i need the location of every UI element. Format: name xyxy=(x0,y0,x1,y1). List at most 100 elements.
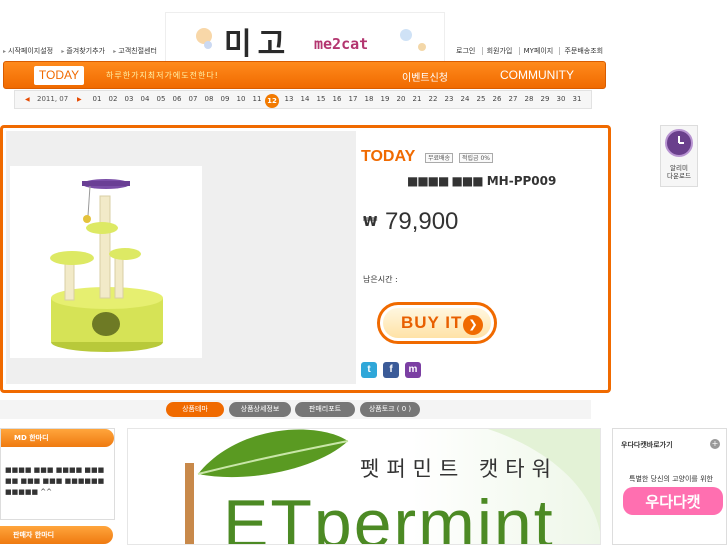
day-27[interactable]: 27 xyxy=(505,95,521,103)
day-08[interactable]: 08 xyxy=(201,95,217,103)
main-nav: TODAY 하루한가지최저가에도전한다! 이벤트신청 COMMUNITY xyxy=(3,61,606,89)
logo-brand-text: me2cat xyxy=(314,35,369,53)
arrow-right-icon: ❯ xyxy=(463,315,483,335)
udada-cat-promo[interactable]: 우다다캣바로가기 + 특별한 당신의 고양이를 위한 우다다캣 xyxy=(612,428,727,545)
day-05[interactable]: 05 xyxy=(153,95,169,103)
logo-korean-text: 미고 xyxy=(224,27,292,62)
day-11[interactable]: 11 xyxy=(249,95,265,103)
day-06[interactable]: 06 xyxy=(169,95,185,103)
day-17[interactable]: 17 xyxy=(345,95,361,103)
day-02[interactable]: 02 xyxy=(105,95,121,103)
link-add-bookmark[interactable]: 즐겨찾기추가 xyxy=(61,47,105,55)
product-image-area xyxy=(6,131,356,384)
cat-tower-illustration xyxy=(50,179,163,352)
banner-english-title: ETpermint xyxy=(223,486,555,545)
day-16[interactable]: 16 xyxy=(329,95,345,103)
nav-marquee-text: 하루한가지최저가에도전한다! xyxy=(106,71,219,80)
link-signup[interactable]: 회원가입 xyxy=(481,47,513,55)
md-comment-text: ■■■■ ■■■ ■■■■ ■■■ ■■ ■■■ ■■■ ■■■■■■ ■■■■… xyxy=(5,466,105,496)
clock-icon xyxy=(665,129,693,157)
logo-decoration xyxy=(418,43,426,51)
md-comment-box: MD 한마디 ■■■■ ■■■ ■■■■ ■■■ ■■ ■■■ ■■■ ■■■■… xyxy=(0,428,115,520)
day-26[interactable]: 26 xyxy=(489,95,505,103)
day-12[interactable]: 12 xyxy=(265,94,279,108)
buy-it-button[interactable]: BUY IT ❯ xyxy=(377,302,497,344)
date-bar: ◀ 2011, 07 ▶ 01 02 03 04 05 06 07 08 09 10 11 12 13 1… xyxy=(14,90,592,109)
day-07[interactable]: 07 xyxy=(185,95,201,103)
day-21[interactable]: 21 xyxy=(409,95,425,103)
link-customer-center[interactable]: 고객친절센터 xyxy=(113,47,157,55)
day-19[interactable]: 19 xyxy=(377,95,393,103)
buy-button-label: BUY IT xyxy=(401,313,463,332)
day-20[interactable]: 20 xyxy=(393,95,409,103)
nav-community-link[interactable]: COMMUNITY xyxy=(500,68,574,82)
logo-decoration xyxy=(400,29,412,41)
md-comment-header: MD 한마디 xyxy=(1,429,114,447)
currency-symbol: ₩ xyxy=(363,215,378,230)
product-image[interactable] xyxy=(10,166,202,358)
day-23[interactable]: 23 xyxy=(441,95,457,103)
day-03[interactable]: 03 xyxy=(121,95,137,103)
clock-hands xyxy=(678,136,684,144)
product-tabs: 상품테마 상품상세정보 판매리포트 상품토크 ( 0 ) xyxy=(0,400,591,419)
free-shipping-badge: 무료배송 xyxy=(425,153,454,163)
alarm-download[interactable]: 알리미 다운로드 xyxy=(660,125,698,187)
nav-today-tab[interactable]: TODAY xyxy=(34,66,84,85)
day-29[interactable]: 29 xyxy=(537,95,553,103)
day-30[interactable]: 30 xyxy=(553,95,569,103)
day-14[interactable]: 14 xyxy=(297,95,313,103)
top-links-left: 시작페이지설정 즐겨찾기추가 고객친절센터 xyxy=(3,46,163,56)
remaining-time-label: 남은시간 : xyxy=(363,275,398,284)
product-banner: 펫퍼민트 캣타워 ETpermint xyxy=(127,428,601,545)
day-24[interactable]: 24 xyxy=(457,95,473,103)
day-22[interactable]: 22 xyxy=(425,95,441,103)
product-name-masked: ■■■■ ■■■ xyxy=(407,174,484,188)
day-09[interactable]: 09 xyxy=(217,95,233,103)
day-28[interactable]: 28 xyxy=(521,95,537,103)
day-01[interactable]: 01 xyxy=(89,95,105,103)
day-18[interactable]: 18 xyxy=(361,95,377,103)
tab-product-theme[interactable]: 상품테마 xyxy=(166,402,224,417)
nav-event-link[interactable]: 이벤트신청 xyxy=(402,69,448,84)
tab-sales-report[interactable]: 판매리포트 xyxy=(295,402,355,417)
banner-korean-title: 펫퍼민트 캣타워 xyxy=(360,457,558,481)
seller-comment-title: 판매자 한마디 xyxy=(13,531,55,539)
me2day-icon[interactable]: m xyxy=(405,362,421,378)
next-month-icon[interactable]: ▶ xyxy=(77,96,82,103)
plus-icon[interactable]: + xyxy=(710,439,720,449)
alarm-label-line2: 다운로드 xyxy=(667,172,691,180)
product-price: 79,900 xyxy=(385,208,459,235)
prev-month-icon[interactable]: ◀ xyxy=(25,96,30,103)
link-login[interactable]: 로그인 xyxy=(456,47,475,55)
link-my-page[interactable]: MY페이지 xyxy=(518,47,554,55)
buy-button-inner: BUY IT ❯ xyxy=(383,308,491,338)
logo-decoration xyxy=(204,41,212,49)
link-set-homepage[interactable]: 시작페이지설정 xyxy=(3,47,53,55)
day-15[interactable]: 15 xyxy=(313,95,329,103)
day-31[interactable]: 31 xyxy=(569,95,585,103)
md-comment-title: MD 한마디 xyxy=(14,434,49,442)
points-badge: 적립금 0% xyxy=(459,153,493,163)
product-name: ■■■■ ■■■ MH-PP009 xyxy=(407,174,556,188)
product-panel: TODAY 무료배송 적립금 0% ■■■■ ■■■ MH-PP009 ₩ 79… xyxy=(0,125,611,393)
twitter-icon[interactable]: t xyxy=(361,362,377,378)
day-04[interactable]: 04 xyxy=(137,95,153,103)
top-links-right: 로그인 회원가입 MY페이지 주문배송조회 xyxy=(456,46,607,56)
product-model: MH-PP009 xyxy=(486,174,557,188)
promo-title: 우다다캣바로가기 xyxy=(621,441,673,449)
promo-description: 특별한 당신의 고양이를 위한 xyxy=(629,475,713,483)
tab-product-details[interactable]: 상품상세정보 xyxy=(229,402,291,417)
tab-product-talk[interactable]: 상품토크 ( 0 ) xyxy=(360,402,420,417)
day-13[interactable]: 13 xyxy=(281,95,297,103)
promo-logo-text: 우다다캣 xyxy=(645,493,700,511)
product-today-label: TODAY xyxy=(361,148,416,165)
udada-cat-logo: 우다다캣 xyxy=(623,487,723,515)
current-month: 2011, 07 xyxy=(37,95,69,103)
day-10[interactable]: 10 xyxy=(233,95,249,103)
alarm-label: 알리미 다운로드 xyxy=(661,164,697,180)
site-logo[interactable]: 미고 me2cat xyxy=(165,12,445,64)
day-25[interactable]: 25 xyxy=(473,95,489,103)
link-order-tracking[interactable]: 주문배송조회 xyxy=(559,47,604,55)
facebook-icon[interactable]: f xyxy=(383,362,399,378)
alarm-label-line1: 알리미 xyxy=(670,164,688,172)
